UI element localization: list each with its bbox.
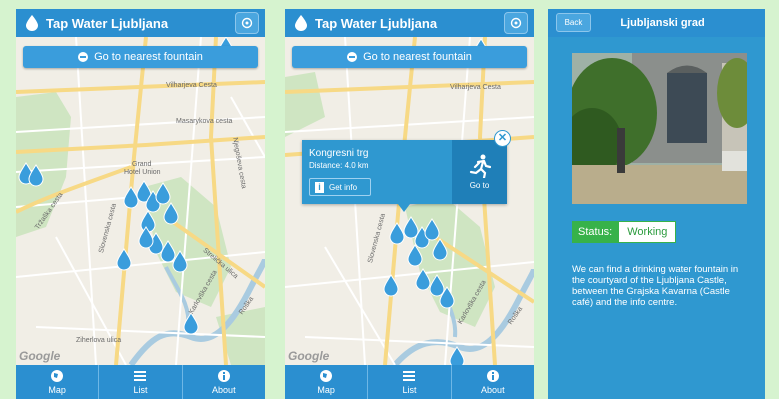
fountain-marker[interactable] bbox=[123, 186, 139, 209]
fountain-marker[interactable] bbox=[28, 164, 44, 187]
tab-map[interactable]: Map bbox=[16, 365, 100, 399]
globe-icon bbox=[320, 370, 333, 382]
google-logo: Google bbox=[288, 349, 330, 363]
go-to-button[interactable]: Go to bbox=[452, 140, 507, 204]
fountain-marker[interactable] bbox=[183, 312, 199, 335]
tab-bar: Map List About bbox=[16, 365, 265, 399]
tab-about[interactable]: About bbox=[452, 365, 534, 399]
tab-list[interactable]: List bbox=[368, 365, 452, 399]
tab-map-label: Map bbox=[317, 385, 335, 395]
fountain-popup: Kongresni trg Distance: 4.0 km i Get inf… bbox=[302, 140, 507, 204]
app-title: Tap Water Ljubljana bbox=[315, 15, 438, 31]
nearest-fountain-button[interactable]: Go to nearest fountain bbox=[23, 46, 258, 68]
status-row: Status: Working bbox=[572, 221, 677, 243]
map-popup-screen: Tap Water Ljubljana Vilharjeva Cesta Slo… bbox=[285, 9, 534, 399]
fountain-detail-screen: Back Ljubljanski grad Status: Working We… bbox=[548, 9, 765, 399]
back-button[interactable]: Back bbox=[556, 13, 591, 32]
map-view[interactable]: Vilharjeva Cesta Masarykova cesta Grand … bbox=[16, 37, 265, 365]
app-bar: Tap Water Ljubljana bbox=[285, 9, 534, 37]
tab-list-label: List bbox=[133, 385, 148, 395]
detail-title: Ljubljanski grad bbox=[620, 17, 705, 29]
info-icon bbox=[217, 370, 230, 382]
locate-button[interactable] bbox=[504, 12, 528, 34]
globe-icon bbox=[51, 370, 64, 382]
fountain-marker[interactable] bbox=[155, 182, 171, 205]
tab-map-label: Map bbox=[48, 385, 66, 395]
tab-about[interactable]: About bbox=[183, 365, 265, 399]
fountain-photo bbox=[572, 53, 747, 204]
list-icon bbox=[134, 371, 147, 381]
info-icon bbox=[486, 370, 499, 382]
status-badge: Working bbox=[618, 221, 677, 243]
list-icon bbox=[403, 371, 416, 381]
fountain-markers bbox=[18, 37, 234, 335]
locate-icon bbox=[510, 17, 522, 29]
nearest-fountain-label: Go to nearest fountain bbox=[363, 51, 472, 63]
tab-about-label: About bbox=[481, 385, 505, 395]
nearest-fountain-label: Go to nearest fountain bbox=[94, 51, 203, 63]
get-info-button[interactable]: i Get info bbox=[309, 178, 371, 196]
locate-button[interactable] bbox=[235, 12, 259, 34]
locate-icon bbox=[241, 17, 253, 29]
fountain-marker[interactable] bbox=[383, 274, 399, 297]
tab-about-label: About bbox=[212, 385, 236, 395]
map-screen: Tap Water Ljubljana Vilharjeva Cesta Mas… bbox=[16, 9, 265, 399]
fountain-marker[interactable] bbox=[432, 238, 448, 261]
minus-circle-icon bbox=[347, 52, 358, 62]
fountain-marker[interactable] bbox=[140, 210, 156, 233]
fountain-marker[interactable] bbox=[116, 248, 132, 271]
water-drop-icon bbox=[26, 15, 38, 31]
get-info-label: Get info bbox=[329, 182, 358, 192]
tab-map[interactable]: Map bbox=[285, 365, 369, 399]
close-popup-button[interactable]: ✕ bbox=[494, 130, 511, 147]
fountain-marker[interactable] bbox=[424, 218, 440, 241]
fountain-marker[interactable] bbox=[449, 346, 465, 365]
running-person-icon bbox=[469, 154, 491, 178]
tab-list-label: List bbox=[402, 385, 417, 395]
popup-fountain-name: Kongresni trg bbox=[309, 148, 369, 159]
fountain-marker[interactable] bbox=[160, 240, 176, 263]
popup-distance: Distance: 4.0 km bbox=[309, 161, 369, 170]
water-drop-icon bbox=[295, 15, 307, 31]
app-bar: Tap Water Ljubljana bbox=[16, 9, 265, 37]
go-to-label: Go to bbox=[469, 181, 490, 190]
fountain-marker[interactable] bbox=[415, 268, 431, 291]
fountain-marker[interactable] bbox=[429, 274, 445, 297]
nearest-fountain-button[interactable]: Go to nearest fountain bbox=[292, 46, 527, 68]
info-icon: i bbox=[315, 181, 324, 193]
status-label: Status: bbox=[572, 221, 619, 243]
popup-pointer bbox=[398, 204, 410, 212]
detail-app-bar: Back Ljubljanski grad bbox=[548, 9, 765, 37]
fountain-description: We can find a drinking water fountain in… bbox=[572, 264, 739, 308]
app-title: Tap Water Ljubljana bbox=[46, 15, 169, 31]
fountain-marker[interactable] bbox=[163, 202, 179, 225]
minus-circle-icon bbox=[78, 52, 89, 62]
google-logo: Google bbox=[19, 349, 61, 363]
tab-bar: Map List About bbox=[285, 365, 534, 399]
fountain-marker[interactable] bbox=[403, 216, 419, 239]
tab-list[interactable]: List bbox=[99, 365, 183, 399]
fountain-marker[interactable] bbox=[389, 222, 405, 245]
